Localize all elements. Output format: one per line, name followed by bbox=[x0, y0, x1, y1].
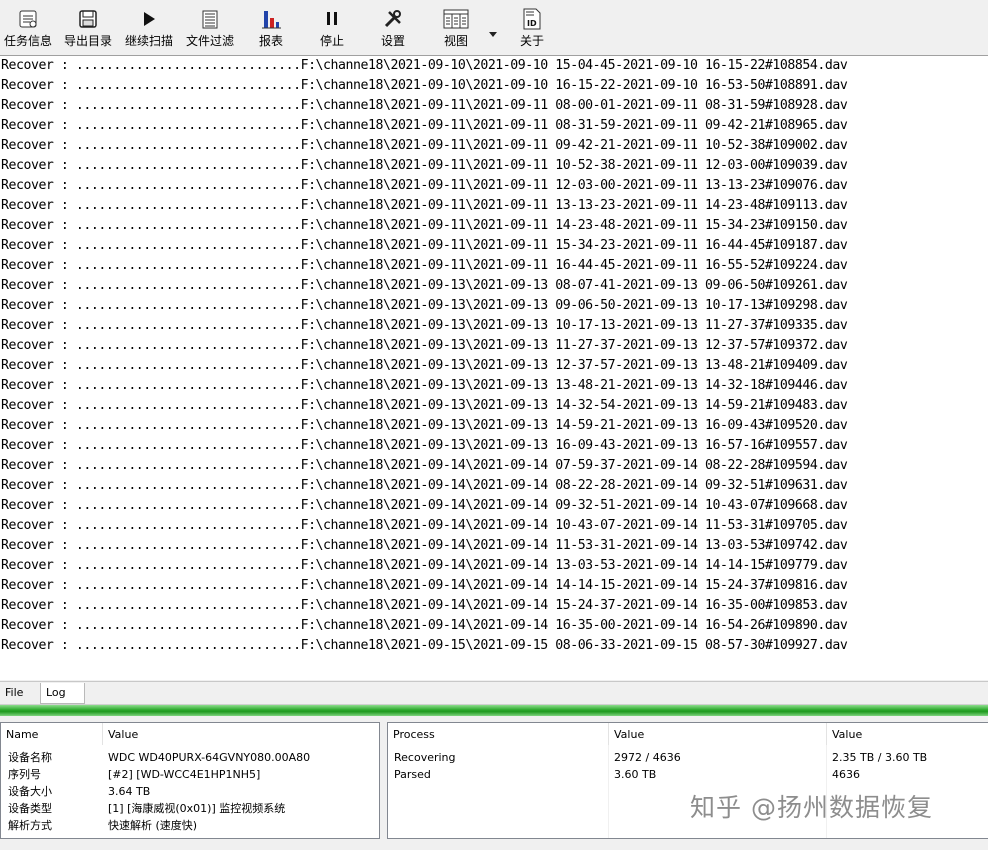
task-info-button[interactable]: 任务信息 bbox=[2, 4, 54, 54]
export-dir-button[interactable]: 导出目录 bbox=[62, 4, 114, 54]
log-line: Recover : ..............................… bbox=[1, 558, 848, 573]
column-header-value[interactable]: Value bbox=[609, 723, 827, 745]
device-size-value: 3.64 TB bbox=[108, 785, 151, 798]
svg-text:ID: ID bbox=[527, 19, 537, 28]
tab-log[interactable]: Log bbox=[40, 683, 85, 704]
log-line: Recover : ..............................… bbox=[1, 198, 848, 213]
task-info-icon bbox=[2, 4, 54, 34]
filter-icon bbox=[184, 4, 236, 34]
column-header-value[interactable]: Value bbox=[103, 723, 379, 745]
parse-mode-label: 解析方式 bbox=[8, 819, 52, 832]
table-row[interactable]: Parsed 3.60 TB 4636 bbox=[388, 766, 988, 783]
table-row[interactable]: 解析方式 快速解析 (速度快) bbox=[1, 817, 379, 834]
view-dropdown-arrow-icon[interactable] bbox=[488, 24, 498, 37]
recovering-size: 2.35 TB / 3.60 TB bbox=[832, 751, 928, 764]
watermark: 知乎 @扬州数据恢复 bbox=[690, 793, 933, 822]
log-line: Recover : ..............................… bbox=[1, 498, 848, 513]
log-line: Recover : ..............................… bbox=[1, 98, 848, 113]
log-line: Recover : ..............................… bbox=[1, 518, 848, 533]
continue-scan-label: 继续扫描 bbox=[124, 34, 173, 48]
file-filter-button[interactable]: 文件过滤 bbox=[184, 4, 236, 54]
export-dir-label: 导出目录 bbox=[63, 34, 112, 48]
settings-label: 设置 bbox=[380, 34, 405, 48]
device-type-value: [1] [海康威视(0x01)] 监控视频系统 bbox=[108, 802, 286, 815]
log-line: Recover : ..............................… bbox=[1, 458, 848, 473]
stop-button[interactable]: 停止 bbox=[312, 4, 352, 54]
file-filter-label: 文件过滤 bbox=[185, 34, 234, 48]
log-line: Recover : ..............................… bbox=[1, 58, 848, 73]
log-line: Recover : ..............................… bbox=[1, 278, 848, 293]
log-line: Recover : ..............................… bbox=[1, 478, 848, 493]
log-line: Recover : ..............................… bbox=[1, 398, 848, 413]
parsed-label: Parsed bbox=[394, 768, 431, 781]
play-icon bbox=[123, 4, 175, 34]
parsed-size: 3.60 TB bbox=[614, 768, 657, 781]
about-id-icon: ID bbox=[512, 4, 552, 34]
task-info-label: 任务信息 bbox=[3, 34, 52, 48]
column-header-name[interactable]: Name bbox=[1, 723, 103, 745]
device-info-panel[interactable]: Name Value 设备名称 WDC WD40PURX-64GVNY080.0… bbox=[0, 722, 380, 839]
table-row[interactable]: 序列号 [#2] [WD-WCC4E1HP1NH5] bbox=[1, 766, 379, 783]
scan-progress-bar bbox=[0, 704, 988, 716]
stop-label: 停止 bbox=[319, 34, 344, 48]
report-chart-icon bbox=[251, 4, 291, 34]
log-line: Recover : ..............................… bbox=[1, 298, 848, 313]
export-icon bbox=[62, 4, 114, 34]
log-line: Recover : ..............................… bbox=[1, 258, 848, 273]
log-line: Recover : ..............................… bbox=[1, 598, 848, 613]
parse-mode-value: 快速解析 (速度快) bbox=[108, 819, 198, 832]
log-line: Recover : ..............................… bbox=[1, 378, 848, 393]
continue-scan-button[interactable]: 继续扫描 bbox=[123, 4, 175, 54]
pause-icon bbox=[312, 4, 352, 34]
log-line: Recover : ..............................… bbox=[1, 578, 848, 593]
table-row[interactable]: 设备大小 3.64 TB bbox=[1, 783, 379, 800]
log-line: Recover : ..............................… bbox=[1, 138, 848, 153]
device-name-label: 设备名称 bbox=[8, 751, 52, 764]
tools-icon bbox=[373, 4, 413, 34]
log-line: Recover : ..............................… bbox=[1, 318, 848, 333]
log-line: Recover : ..............................… bbox=[1, 638, 848, 653]
log-line: Recover : ..............................… bbox=[1, 118, 848, 133]
log-line: Recover : ..............................… bbox=[1, 538, 848, 553]
column-header-process[interactable]: Process bbox=[388, 723, 609, 745]
log-line: Recover : ..............................… bbox=[1, 158, 848, 173]
table-row[interactable]: 设备名称 WDC WD40PURX-64GVNY080.00A80 bbox=[1, 749, 379, 766]
table-row[interactable]: 设备类型 [1] [海康威视(0x01)] 监控视频系统 bbox=[1, 800, 379, 817]
tab-bar: File Log bbox=[0, 681, 988, 704]
log-line: Recover : ..............................… bbox=[1, 438, 848, 453]
view-label: 视图 bbox=[443, 34, 468, 48]
log-line: Recover : ..............................… bbox=[1, 178, 848, 193]
recovery-log[interactable]: Recover : ..............................… bbox=[0, 56, 988, 680]
serial-number-value: [#2] [WD-WCC4E1HP1NH5] bbox=[108, 768, 261, 781]
recovering-label: Recovering bbox=[394, 751, 456, 764]
view-button[interactable]: 视图 bbox=[436, 4, 476, 54]
about-button[interactable]: ID 关于 bbox=[512, 4, 552, 54]
report-button[interactable]: 报表 bbox=[251, 4, 291, 54]
tab-file[interactable]: File bbox=[0, 683, 28, 703]
log-line: Recover : ..............................… bbox=[1, 338, 848, 353]
device-type-label: 设备类型 bbox=[8, 802, 52, 815]
log-line: Recover : ..............................… bbox=[1, 618, 848, 633]
view-icon bbox=[436, 4, 476, 34]
log-line: Recover : ..............................… bbox=[1, 238, 848, 253]
device-name-value: WDC WD40PURX-64GVNY080.00A80 bbox=[108, 751, 311, 764]
settings-button[interactable]: 设置 bbox=[373, 4, 413, 54]
serial-number-label: 序列号 bbox=[8, 768, 41, 781]
log-line: Recover : ..............................… bbox=[1, 78, 848, 93]
about-label: 关于 bbox=[519, 34, 544, 48]
table-row[interactable]: Recovering 2972 / 4636 2.35 TB / 3.60 TB bbox=[388, 749, 988, 766]
parsed-count: 4636 bbox=[832, 768, 860, 781]
log-line: Recover : ..............................… bbox=[1, 358, 848, 373]
report-label: 报表 bbox=[258, 34, 283, 48]
log-line: Recover : ..............................… bbox=[1, 218, 848, 233]
device-size-label: 设备大小 bbox=[8, 785, 52, 798]
log-line: Recover : ..............................… bbox=[1, 418, 848, 433]
column-header-value-2[interactable]: Value bbox=[827, 723, 988, 745]
toolbar: 任务信息 导出目录 继续扫描 文件过滤 报表 停止 设置 视图 ID 关于 bbox=[0, 0, 988, 56]
recovering-count: 2972 / 4636 bbox=[614, 751, 681, 764]
